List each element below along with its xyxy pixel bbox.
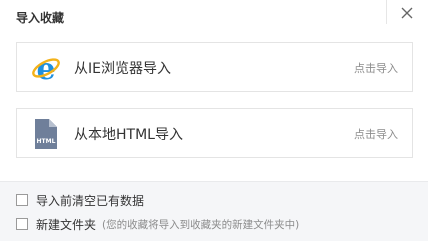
new-folder-option[interactable]: 新建文件夹 (您的收藏将导入到收藏夹的新建文件夹中): [16, 216, 299, 232]
ie-import-action[interactable]: 点击导入: [354, 60, 398, 76]
svg-text:e: e: [36, 52, 55, 84]
options-footer: 导入前清空已有数据 新建文件夹 (您的收藏将导入到收藏夹的新建文件夹中): [0, 181, 428, 241]
ie-browser-icon: e: [31, 52, 61, 87]
ie-import-label: 从IE浏览器导入: [74, 61, 171, 77]
close-icon: [401, 7, 413, 19]
import-from-ie-option[interactable]: e 从IE浏览器导入 点击导入: [16, 42, 413, 92]
html-import-action[interactable]: 点击导入: [354, 126, 398, 142]
html-import-label: 从本地HTML导入: [74, 127, 183, 143]
clear-existing-option[interactable]: 导入前清空已有数据: [16, 192, 144, 208]
html-file-icon: HTML: [31, 118, 61, 150]
import-favorites-dialog: 导入收藏 e 从IE浏览器导入 点击导入 HTML 从本地HTML导入 点击导入: [0, 0, 428, 241]
import-from-html-option[interactable]: HTML 从本地HTML导入 点击导入: [16, 108, 413, 158]
new-folder-label: 新建文件夹: [36, 217, 97, 232]
close-button[interactable]: [396, 2, 418, 24]
dialog-title: 导入收藏: [16, 11, 65, 25]
new-folder-checkbox[interactable]: [16, 218, 28, 230]
html-icon-text: HTML: [37, 138, 56, 145]
clear-existing-label: 导入前清空已有数据: [36, 193, 145, 208]
new-folder-hint: (您的收藏将导入到收藏夹的新建文件夹中): [102, 218, 300, 231]
clear-existing-checkbox[interactable]: [16, 194, 28, 206]
title-divider: [386, 0, 387, 24]
